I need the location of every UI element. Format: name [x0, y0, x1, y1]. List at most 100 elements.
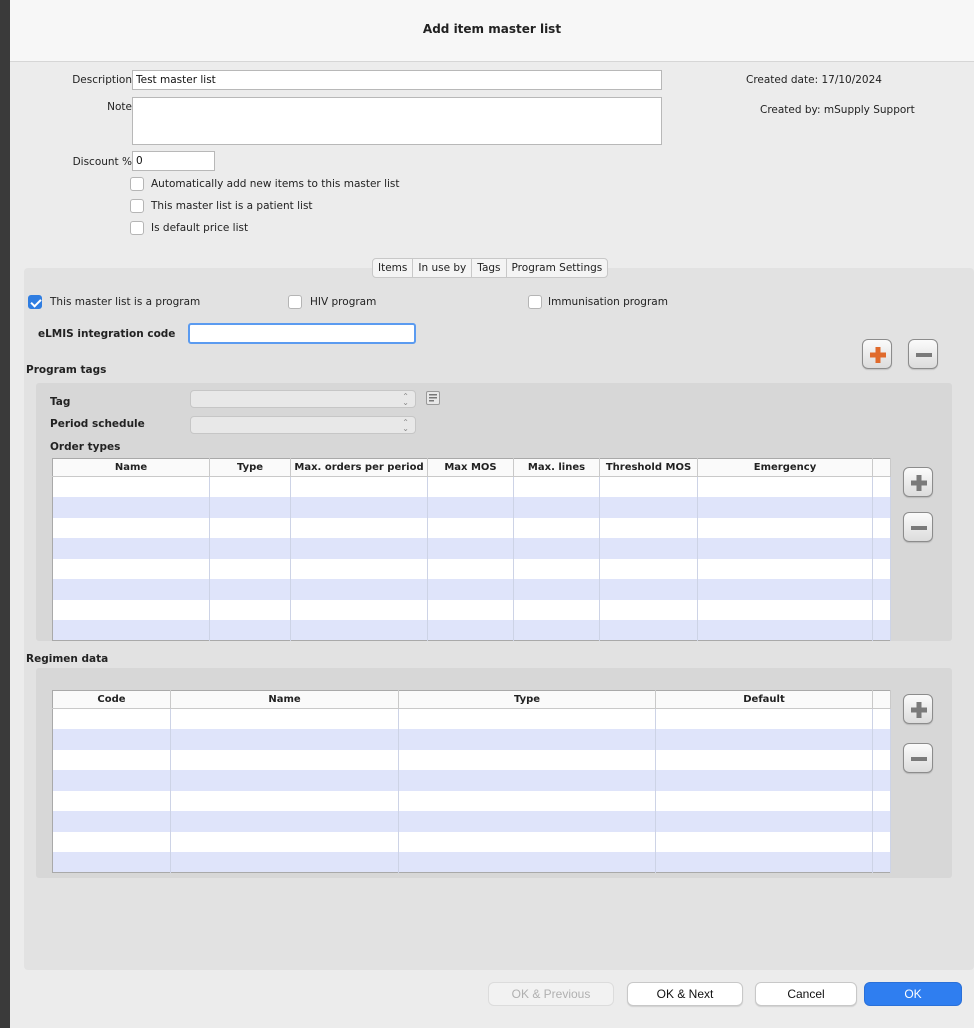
- table-cell[interactable]: [599, 599, 698, 620]
- table-cell[interactable]: [52, 538, 210, 559]
- column-header-type[interactable]: Type: [209, 458, 291, 477]
- immunisation-program-checkbox[interactable]: [528, 295, 542, 309]
- table-cell[interactable]: [52, 579, 210, 600]
- remove-order-type-button[interactable]: [903, 512, 933, 542]
- table-cell[interactable]: [513, 497, 600, 518]
- table-row[interactable]: [52, 831, 891, 852]
- table-row[interactable]: [52, 599, 891, 620]
- description-field[interactable]: [132, 70, 662, 90]
- table-cell[interactable]: [599, 538, 698, 559]
- table-cell[interactable]: [655, 770, 873, 791]
- table-cell[interactable]: [427, 579, 514, 600]
- column-header-threshold-mos[interactable]: Threshold MOS: [599, 458, 698, 477]
- table-cell[interactable]: [170, 749, 399, 770]
- table-row[interactable]: [52, 770, 891, 791]
- table-row[interactable]: [52, 749, 891, 770]
- table-cell[interactable]: [52, 852, 171, 873]
- table-cell[interactable]: [398, 790, 656, 811]
- table-cell[interactable]: [170, 852, 399, 873]
- table-cell[interactable]: [170, 729, 399, 750]
- patient-list-checkbox[interactable]: [130, 199, 144, 213]
- ok-previous-button[interactable]: OK & Previous: [488, 982, 614, 1006]
- table-cell[interactable]: [655, 811, 873, 832]
- table-cell[interactable]: [513, 517, 600, 538]
- remove-regimen-button[interactable]: [903, 743, 933, 773]
- ok-next-button[interactable]: OK & Next: [627, 982, 743, 1006]
- table-cell[interactable]: [697, 476, 873, 497]
- ok-button[interactable]: OK: [864, 982, 962, 1006]
- table-cell[interactable]: [697, 497, 873, 518]
- table-cell[interactable]: [52, 558, 210, 579]
- table-cell[interactable]: [170, 770, 399, 791]
- table-cell[interactable]: [170, 811, 399, 832]
- table-cell[interactable]: [427, 517, 514, 538]
- table-cell[interactable]: [427, 620, 514, 641]
- table-cell[interactable]: [427, 476, 514, 497]
- table-cell[interactable]: [52, 811, 171, 832]
- table-cell[interactable]: [697, 538, 873, 559]
- hiv-program-checkbox[interactable]: [288, 295, 302, 309]
- table-cell[interactable]: [290, 517, 428, 538]
- table-cell[interactable]: [52, 476, 210, 497]
- table-row[interactable]: [52, 579, 891, 600]
- tab-in-use-by[interactable]: In use by: [413, 259, 473, 277]
- discount-field[interactable]: [132, 151, 215, 171]
- table-cell[interactable]: [398, 770, 656, 791]
- table-cell[interactable]: [209, 538, 291, 559]
- table-cell[interactable]: [697, 579, 873, 600]
- table-cell[interactable]: [513, 620, 600, 641]
- table-cell[interactable]: [655, 708, 873, 729]
- table-cell[interactable]: [170, 790, 399, 811]
- column-header-max-mos[interactable]: Max MOS: [427, 458, 514, 477]
- list-picker-icon[interactable]: [426, 391, 440, 405]
- table-cell[interactable]: [52, 790, 171, 811]
- column-header-max-orders[interactable]: Max. orders per period: [290, 458, 428, 477]
- column-header-name[interactable]: Name: [170, 690, 399, 709]
- table-cell[interactable]: [290, 476, 428, 497]
- table-cell[interactable]: [209, 620, 291, 641]
- add-regimen-button[interactable]: [903, 694, 933, 724]
- table-cell[interactable]: [398, 708, 656, 729]
- table-cell[interactable]: [52, 831, 171, 852]
- column-header-type[interactable]: Type: [398, 690, 656, 709]
- table-row[interactable]: [52, 620, 891, 641]
- table-cell[interactable]: [170, 708, 399, 729]
- column-header-max-lines[interactable]: Max. lines: [513, 458, 600, 477]
- table-cell[interactable]: [52, 729, 171, 750]
- table-cell[interactable]: [655, 729, 873, 750]
- table-cell[interactable]: [209, 599, 291, 620]
- table-cell[interactable]: [697, 558, 873, 579]
- table-cell[interactable]: [52, 599, 210, 620]
- table-cell[interactable]: [427, 538, 514, 559]
- table-cell[interactable]: [398, 811, 656, 832]
- column-header-default[interactable]: Default: [655, 690, 873, 709]
- table-cell[interactable]: [599, 517, 698, 538]
- column-header-name[interactable]: Name: [52, 458, 210, 477]
- tab-items[interactable]: Items: [373, 259, 414, 277]
- table-cell[interactable]: [52, 749, 171, 770]
- column-header-code[interactable]: Code: [52, 690, 171, 709]
- table-cell[interactable]: [655, 831, 873, 852]
- table-row[interactable]: [52, 852, 891, 873]
- tab-program-settings[interactable]: Program Settings: [507, 259, 608, 277]
- table-cell[interactable]: [655, 852, 873, 873]
- table-cell[interactable]: [52, 770, 171, 791]
- table-cell[interactable]: [599, 558, 698, 579]
- table-cell[interactable]: [697, 620, 873, 641]
- table-cell[interactable]: [599, 579, 698, 600]
- add-order-type-button[interactable]: [903, 467, 933, 497]
- table-cell[interactable]: [52, 708, 171, 729]
- table-cell[interactable]: [599, 476, 698, 497]
- table-cell[interactable]: [209, 517, 291, 538]
- table-cell[interactable]: [427, 599, 514, 620]
- table-row[interactable]: [52, 729, 891, 750]
- elmis-integration-code-input[interactable]: [188, 323, 416, 344]
- table-cell[interactable]: [697, 599, 873, 620]
- table-row[interactable]: [52, 538, 891, 559]
- tab-tags[interactable]: Tags: [472, 259, 507, 277]
- table-cell[interactable]: [427, 497, 514, 518]
- table-cell[interactable]: [290, 538, 428, 559]
- is-program-checkbox[interactable]: [28, 295, 42, 309]
- table-cell[interactable]: [52, 497, 210, 518]
- table-cell[interactable]: [655, 790, 873, 811]
